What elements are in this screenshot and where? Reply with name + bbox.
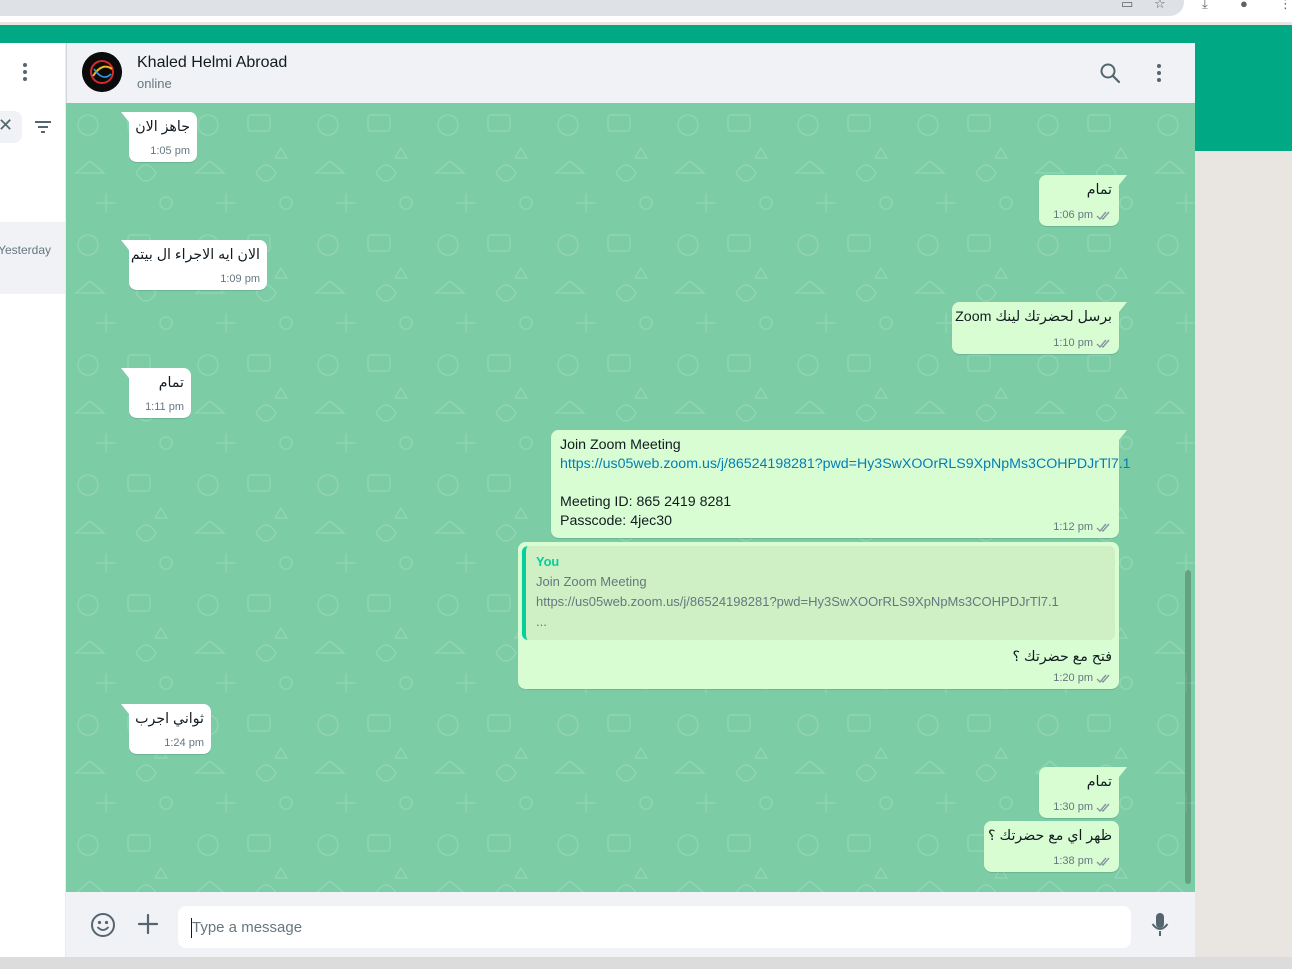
chat-list-item-date: Yesterday: [0, 243, 51, 257]
message-text-line: [560, 474, 1112, 493]
message-text: برسل لحضرتك لينك Zoom: [955, 309, 1112, 325]
message-text: فتح مع حضرتك ؟: [1012, 649, 1112, 665]
quoted-text-line: https://us05web.zoom.us/j/86524198281?pw…: [536, 594, 1059, 609]
double-check-icon: [1096, 523, 1110, 533]
quoted-author: You: [536, 554, 560, 569]
message-text-line: Join Zoom Meeting: [560, 437, 681, 453]
menu-icon[interactable]: ⋮: [1279, 0, 1292, 10]
zoom-meeting-link[interactable]: https://us05web.zoom.us/j/86524198281?pw…: [560, 455, 1131, 474]
message-time: 1:05 pm: [150, 145, 190, 157]
double-check-icon: [1096, 211, 1110, 221]
window-bottom-edge: [0, 957, 1292, 969]
quoted-text-line: Join Zoom Meeting: [536, 574, 647, 589]
double-check-icon: [1096, 803, 1110, 813]
message-time: 1:06 pm: [1053, 209, 1093, 221]
message-text-line: Passcode: 4jec30: [560, 513, 672, 529]
clear-search-icon[interactable]: ✕: [0, 115, 13, 136]
message-time: 1:30 pm: [1053, 801, 1093, 813]
sidebar-menu-icon[interactable]: [17, 60, 33, 84]
message-text: ثواني اجرب: [135, 711, 204, 727]
filter-icon[interactable]: [35, 121, 51, 133]
text-caret: [191, 918, 192, 938]
message-incoming[interactable]: تمام 1:11 pm: [121, 368, 191, 418]
quoted-message[interactable]: You Join Zoom Meeting https://us05web.zo…: [522, 546, 1115, 640]
message-text: تمام: [158, 375, 184, 391]
message-time: 1:10 pm: [1053, 337, 1093, 349]
star-icon[interactable]: ☆: [1154, 0, 1166, 10]
message-time: 1:11 pm: [145, 401, 184, 413]
message-time: 1:38 pm: [1053, 855, 1093, 867]
message-outgoing-reply[interactable]: You Join Zoom Meeting https://us05web.zo…: [518, 542, 1119, 689]
message-incoming[interactable]: الان ايه الاجراء ال بيتم 1:09 pm: [121, 240, 267, 290]
message-time: 1:09 pm: [220, 273, 260, 285]
contact-status: online: [137, 76, 172, 91]
message-text: تمام: [1086, 182, 1112, 198]
message-outgoing[interactable]: برسل لحضرتك لينك Zoom 1:10 pm: [952, 302, 1127, 354]
chat-header: Khaled Helmi Abroad online: [66, 43, 1195, 103]
download-icon[interactable]: ⤓: [1202, 0, 1208, 10]
microphone-icon[interactable]: [1150, 912, 1170, 938]
message-time: 1:24 pm: [164, 737, 204, 749]
message-time: 1:12 pm: [1053, 521, 1093, 533]
message-outgoing[interactable]: ظهر اي مع حضرتك ؟ 1:38 pm: [984, 821, 1119, 872]
quoted-text-line: ...: [536, 614, 547, 629]
message-outgoing[interactable]: Join Zoom Meeting https://us05web.zoom.u…: [551, 430, 1131, 538]
double-check-icon: [1096, 339, 1110, 349]
search-icon[interactable]: [1099, 62, 1121, 84]
message-list-scrollbar[interactable]: [1185, 570, 1191, 884]
double-check-icon: [1096, 857, 1110, 867]
message-incoming[interactable]: ثواني اجرب 1:24 pm: [121, 704, 211, 754]
chat-list-item-active[interactable]: [0, 222, 65, 294]
message-input[interactable]: [178, 906, 1131, 948]
chat-list-sidebar: ✕ Yesterday: [0, 43, 66, 957]
app-band-right: [1195, 43, 1292, 151]
avatar-logo-icon: [82, 52, 122, 92]
contact-name[interactable]: Khaled Helmi Abroad: [137, 54, 287, 72]
message-outgoing[interactable]: تمام 1:06 pm: [1039, 175, 1127, 226]
app-backdrop: [1195, 151, 1292, 969]
avatar[interactable]: [82, 52, 122, 92]
chat-menu-icon[interactable]: [1151, 61, 1167, 85]
message-text: ظهر اي مع حضرتك ؟: [988, 828, 1112, 844]
message-text: تمام: [1086, 774, 1112, 790]
message-list[interactable]: جاهز الان 1:05 pm تمام 1:06 pm الان ايه …: [66, 103, 1195, 892]
message-incoming[interactable]: جاهز الان 1:05 pm: [121, 112, 197, 162]
attach-plus-icon[interactable]: [136, 912, 160, 936]
browser-toolbar: ▭ ☆ ⤓ ● ⋮: [0, 0, 1292, 22]
double-check-icon: [1096, 674, 1110, 684]
message-text: الان ايه الاجراء ال بيتم: [130, 247, 260, 263]
app-top-band: [0, 25, 1292, 43]
address-bar[interactable]: [0, 0, 1184, 16]
message-composer: [66, 892, 1195, 957]
message-outgoing[interactable]: تمام 1:30 pm: [1039, 767, 1127, 818]
message-time: 1:20 pm: [1053, 672, 1093, 684]
emoji-icon[interactable]: [90, 912, 116, 938]
message-text-line: Meeting ID: 865 2419 8281: [560, 494, 732, 510]
profile-icon[interactable]: ●: [1240, 0, 1248, 10]
monitor-icon[interactable]: ▭: [1121, 0, 1133, 10]
message-text: جاهز الان: [135, 119, 190, 135]
